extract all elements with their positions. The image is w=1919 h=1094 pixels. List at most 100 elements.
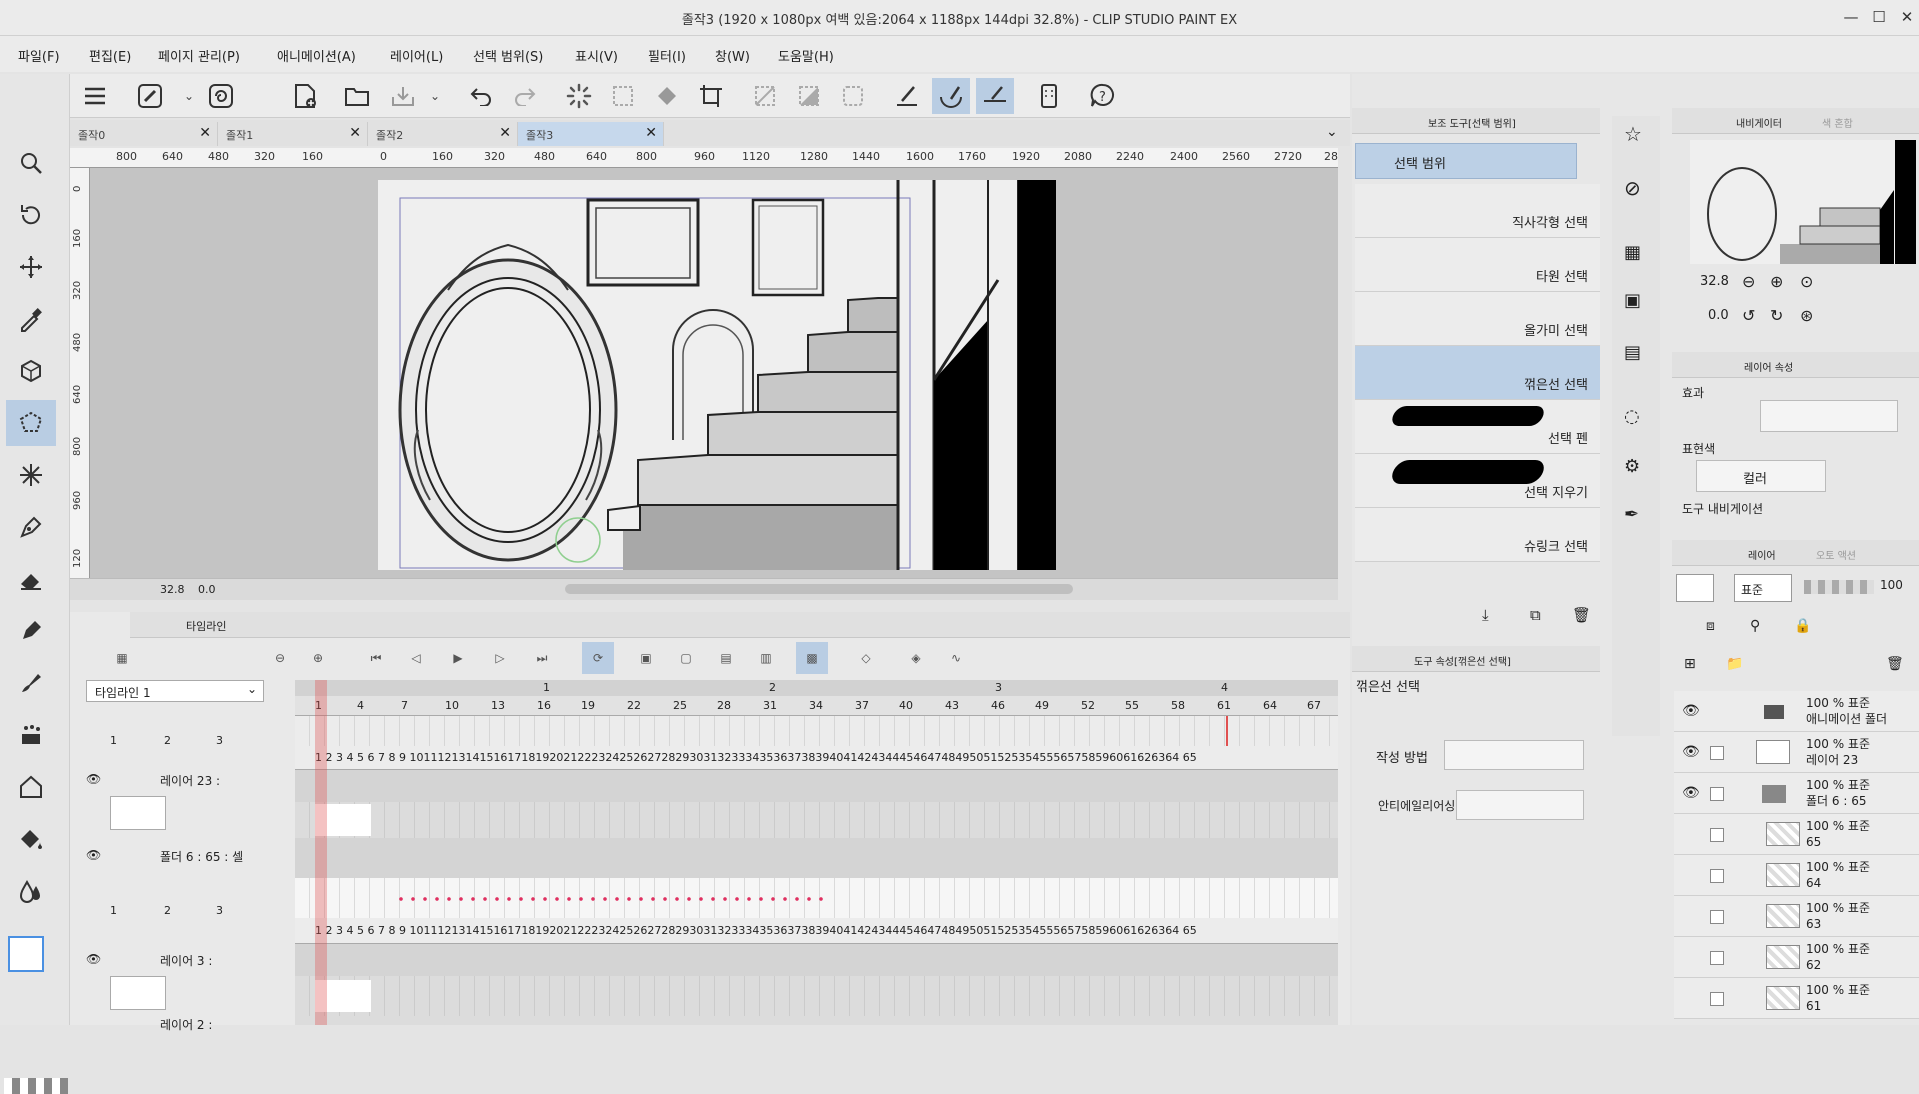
menu-file[interactable]: 파일(F) [18, 46, 60, 65]
tab-doc2[interactable]: 졸작2 ✕ [368, 122, 518, 146]
pen-icon[interactable] [6, 504, 56, 550]
clip-studio-icon[interactable] [132, 78, 170, 114]
new-file-icon[interactable] [286, 78, 324, 114]
prev-frame-icon[interactable]: ◁ [400, 642, 432, 674]
copy-icon[interactable]: ⧉ [1530, 606, 1541, 624]
layer-checkbox[interactable] [1710, 951, 1724, 965]
layer-row[interactable]: 👁 100 % 표준 애니메이션 폴더 [1674, 691, 1919, 732]
eye-icon[interactable]: 👁 [1682, 703, 1700, 719]
onion-skin-icon[interactable]: ▩ [796, 642, 828, 674]
subtool-shrink-select[interactable]: 슈링크 선택 [1355, 508, 1600, 562]
lock-icon[interactable]: 🔒 [1794, 618, 1811, 634]
tab-doc1[interactable]: 졸작1 ✕ [218, 122, 368, 146]
decoration-icon[interactable] [6, 712, 56, 758]
undo-icon[interactable] [462, 78, 500, 114]
menu-layer[interactable]: 레이어(L) [390, 46, 443, 65]
3d-object-icon[interactable] [6, 348, 56, 394]
eye-icon[interactable]: 👁 [86, 848, 106, 866]
snap-to-ruler-icon[interactable] [932, 78, 970, 114]
menu-icon[interactable] [76, 78, 114, 114]
layer-row[interactable]: 100 % 표준 65 [1674, 814, 1919, 855]
figure-icon[interactable] [6, 764, 56, 810]
play-icon[interactable]: ▶ [442, 642, 474, 674]
zoom-icon[interactable] [6, 140, 56, 186]
rotate-view-icon[interactable] [6, 192, 56, 238]
rotate-left-icon[interactable]: ↺ [1742, 306, 1755, 325]
rotation-readout[interactable]: 0.0 [198, 583, 216, 596]
layer-row[interactable]: 👁 100 % 표준 폴더 6 : 65 [1674, 773, 1919, 814]
frame-row[interactable] [295, 716, 1338, 746]
track-row[interactable] [295, 944, 1338, 976]
fill-icon[interactable] [6, 816, 56, 862]
chevron-down-icon[interactable]: ⌄ [416, 78, 454, 114]
close-icon[interactable]: ✕ [499, 125, 511, 141]
new-cel-icon[interactable]: ▣ [630, 642, 662, 674]
navigator-preview[interactable] [1690, 140, 1916, 264]
keyframe-edit-icon[interactable]: ◈ [900, 642, 932, 674]
redo-icon[interactable] [506, 78, 544, 114]
playhead-column[interactable] [315, 680, 327, 1025]
antialias-buttons[interactable] [1456, 790, 1584, 820]
tab-doc3[interactable]: 졸작3 ✕ [518, 122, 664, 146]
frame-grid[interactable]: 1 2 3 4 1 4 7 10 13 16 19 22 25 28 31 34… [295, 680, 1338, 1025]
track-cels[interactable] [295, 802, 1338, 838]
navigator-zoom[interactable]: 32.8 [1700, 274, 1729, 289]
navigator-angle[interactable]: 0.0 [1708, 308, 1729, 323]
close-icon[interactable]: ✕ [645, 125, 657, 141]
cursor-icon[interactable]: ⊘ [1624, 176, 1641, 200]
subtool-selection-pen[interactable]: 선택 펜 [1355, 400, 1600, 454]
opacity-slider[interactable] [1804, 580, 1874, 594]
first-frame-icon[interactable]: ⏮ [360, 642, 392, 674]
reset-rotation-icon[interactable]: ⊛ [1800, 306, 1813, 325]
new-folder-icon[interactable]: 📁 [1726, 656, 1743, 672]
timeline-select[interactable]: 타임라인 1 ⌄ [86, 680, 264, 702]
layer-panel-title[interactable]: 레이어 [1748, 547, 1776, 562]
zoom-in-icon[interactable]: ⊕ [1770, 272, 1783, 291]
pen-tool-icon[interactable]: ✒ [1624, 504, 1639, 525]
next-frame-icon[interactable]: ▷ [484, 642, 516, 674]
actual-size-icon[interactable]: ⊙ [1800, 272, 1813, 291]
close-window-button[interactable]: ✕ [1896, 6, 1918, 28]
menu-view[interactable]: 표시(V) [575, 46, 618, 65]
layer-row[interactable]: 100 % 표준 64 [1674, 855, 1919, 896]
menu-filter[interactable]: 필터(I) [648, 46, 686, 65]
layer-checkbox[interactable] [1710, 787, 1724, 801]
layer-mask-icon[interactable]: ⧈ [1706, 618, 1715, 634]
horizontal-scrollbar[interactable] [565, 584, 1073, 594]
tab-doc0[interactable]: 졸작0 ✕ [70, 122, 218, 146]
deselect-icon[interactable] [604, 78, 642, 114]
layer-checkbox[interactable] [1710, 746, 1724, 760]
onion-prev-icon[interactable]: ▤ [710, 642, 742, 674]
track-name[interactable]: 폴더 6 : 65 : 셀 [160, 848, 243, 865]
zoom-out-icon[interactable]: ⊖ [264, 642, 296, 674]
open-file-icon[interactable] [338, 78, 376, 114]
layer-color-swatch[interactable] [1676, 574, 1714, 602]
eyedropper-icon[interactable] [6, 296, 56, 342]
film-icon[interactable]: ▤ [1624, 342, 1641, 363]
cel-thumbnail[interactable] [110, 976, 166, 1010]
new-layer-icon[interactable]: ⊞ [1684, 656, 1696, 672]
brush-icon[interactable] [6, 660, 56, 706]
expression-color-select[interactable]: 컬러 [1696, 460, 1826, 492]
transform-icon[interactable] [692, 78, 730, 114]
help-icon[interactable]: ? [1084, 78, 1122, 114]
layer-checkbox[interactable] [1710, 869, 1724, 883]
canvas-artwork[interactable] [378, 180, 1056, 570]
cel-thumbnail[interactable] [110, 796, 166, 830]
menu-window[interactable]: 창(W) [715, 46, 750, 65]
opacity-value[interactable]: 100 [1880, 578, 1903, 592]
eraser-icon[interactable] [6, 556, 56, 602]
loading-icon[interactable] [560, 78, 598, 114]
blend-icon[interactable] [6, 868, 56, 914]
layer-icon[interactable]: ▣ [1624, 290, 1641, 311]
eye-icon[interactable]: 👁 [1682, 785, 1700, 801]
marker-icon[interactable] [6, 608, 56, 654]
fill-selection-icon[interactable] [648, 78, 686, 114]
effect-buttons[interactable] [1760, 400, 1898, 432]
keyframe-icon[interactable]: ◇ [850, 642, 882, 674]
subtool-rect-select[interactable]: 직사각형 선택 [1355, 184, 1600, 238]
ruler-pen-icon[interactable] [888, 78, 926, 114]
track-cels[interactable] [295, 976, 1338, 1016]
onion-next-icon[interactable]: ▥ [750, 642, 782, 674]
track-cels[interactable] [295, 878, 1338, 918]
